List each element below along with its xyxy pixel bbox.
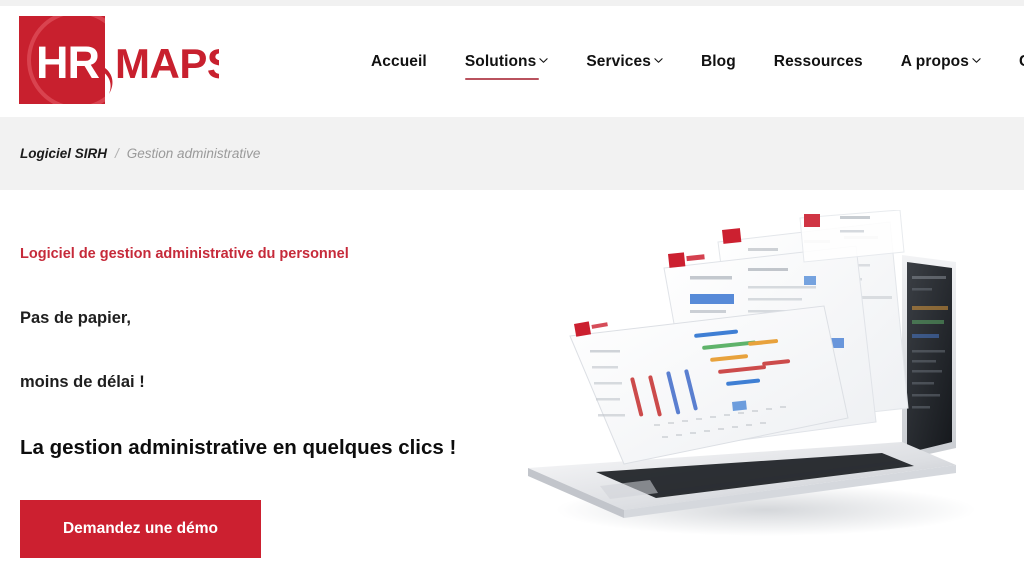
chevron-down-icon [972,56,981,65]
svg-text:HR: HR [36,37,99,88]
hero-eyebrow: Logiciel de gestion administrative du pe… [20,246,349,262]
site-header: HR MAPS Accueil Solutions Services [0,6,1024,117]
nav-label: Services [586,52,651,70]
nav-item-ressources[interactable]: Ressources [755,34,882,90]
hero-line-1: Pas de papier, [20,308,131,327]
hero-illustration [504,210,1024,555]
nav-label: Contact [1019,53,1024,71]
nav-label: A propos [900,52,969,70]
hero-section: Logiciel de gestion administrative du pe… [0,190,1024,585]
nav-item-solutions[interactable]: Solutions [446,34,568,90]
breadcrumb-parent[interactable]: Logiciel SIRH [20,146,107,161]
breadcrumb: Logiciel SIRH / Gestion administrative [20,146,260,161]
nav-label: Blog [700,52,736,70]
breadcrumb-band: Logiciel SIRH / Gestion administrative [0,117,1024,190]
nav-item-services[interactable]: Services [567,34,682,90]
hr-maps-logo-icon: HR MAPS [19,16,219,104]
nav-item-a-propos[interactable]: A propos [882,34,1000,90]
breadcrumb-separator: / [115,146,119,161]
request-demo-button[interactable]: Demandez une démo [20,500,261,559]
nav-item-accueil[interactable]: Accueil [352,34,446,90]
main-navigation: Accueil Solutions Services Blog Ressourc… [352,6,1024,117]
nav-label: Accueil [371,52,427,70]
site-logo[interactable]: HR MAPS [19,14,219,106]
nav-label: Ressources [773,52,863,70]
nav-label: Solutions [464,52,537,70]
laptop-documents-illustration [528,210,976,536]
nav-item-blog[interactable]: Blog [682,34,755,90]
nav-item-contact[interactable]: Contact [1000,34,1024,90]
chevron-down-icon [539,56,548,65]
chevron-down-icon [654,56,663,65]
hero-copy: Logiciel de gestion administrative du pe… [20,245,490,559]
svg-text:MAPS: MAPS [115,40,219,87]
breadcrumb-current: Gestion administrative [126,146,261,161]
hero-title: La gestion administrative en quelques cl… [20,436,457,460]
page-root: HR MAPS Accueil Solutions Services [0,0,1024,585]
hero-line-2: moins de délai ! [20,373,145,392]
